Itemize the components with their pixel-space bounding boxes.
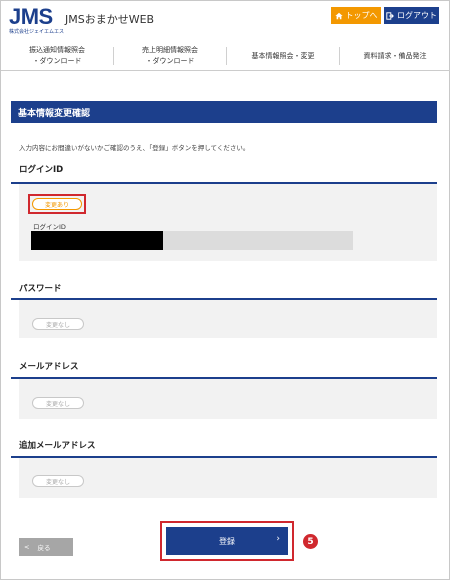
home-icon [334, 12, 343, 19]
nav-item-transfer-notice[interactable]: 振込通知情報照会 ・ダウンロード [1, 41, 113, 71]
nav-item-document-request[interactable]: 資料請求・備品発注 [340, 41, 450, 71]
login-id-field-label: ログインID [33, 223, 66, 231]
logout-button-label: ログアウト [397, 11, 437, 20]
password-heading: パスワード [19, 284, 62, 294]
register-button[interactable]: 登録 › [166, 527, 288, 555]
back-button-label: 戻る [37, 544, 51, 552]
additional-email-heading: 追加メールアドレス [19, 441, 96, 451]
nav-item-line1: 売上明細情報照会 [142, 46, 198, 54]
login-id-heading: ログインID [19, 165, 64, 175]
status-badge-unchanged: 変更なし [32, 397, 84, 409]
page-title: 基本情報変更確認 [11, 101, 437, 123]
step-number-badge: 5 [303, 534, 318, 549]
logout-button[interactable]: ログアウト [384, 7, 439, 24]
logout-icon [386, 11, 394, 20]
top-button-label: トップへ [345, 11, 378, 20]
page-frame: JMS 株式会社ジェイエムエス JMSおまかせWEB トップへ ログアウト 振込… [0, 0, 450, 580]
logo-text: JMS [9, 4, 53, 29]
status-badge-changed: 変更あり [32, 198, 82, 210]
logo-subtext: 株式会社ジェイエムエス [9, 29, 64, 35]
nav-item-line1: 資料請求・備品発注 [363, 51, 427, 60]
email-heading: メールアドレス [19, 362, 79, 372]
nav-item-line1: 振込通知情報照会 [29, 46, 85, 54]
nav-item-sales-detail[interactable]: 売上明細情報照会 ・ダウンロード [114, 41, 226, 71]
jms-logo[interactable]: JMS 株式会社ジェイエムエス [9, 4, 64, 36]
main-nav: 振込通知情報照会 ・ダウンロード 売上明細情報照会 ・ダウンロード 基本情報照会… [1, 41, 450, 71]
redacted-value [31, 231, 163, 250]
instruction-text: 入力内容にお間違いがないかご確認のうえ、「登録」ボタンを押してください。 [19, 144, 250, 152]
nav-item-basic-info[interactable]: 基本情報照会・変更 [227, 41, 339, 71]
app-title: JMSおまかせWEB [65, 13, 155, 26]
status-badge-unchanged: 変更なし [32, 475, 84, 487]
chevron-left-icon: < [24, 543, 30, 551]
status-badge-unchanged: 変更なし [32, 318, 84, 330]
register-button-label: 登録 [219, 536, 235, 546]
back-button[interactable]: < 戻る [19, 538, 73, 556]
nav-item-line1: 基本情報照会・変更 [251, 51, 315, 60]
chevron-right-icon: › [276, 534, 280, 544]
top-button[interactable]: トップへ [331, 7, 381, 24]
nav-item-line2: ・ダウンロード [145, 57, 195, 65]
nav-item-line2: ・ダウンロード [32, 57, 82, 65]
